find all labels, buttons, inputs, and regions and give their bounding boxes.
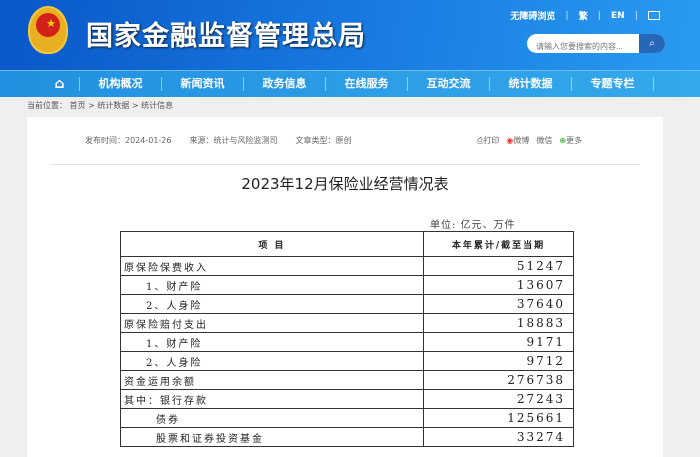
row-value: 13607 <box>423 275 574 295</box>
row-value: 37640 <box>423 294 574 314</box>
row-item: 1、财产险 <box>120 275 424 295</box>
breadcrumb-label: 当前位置： <box>27 101 67 110</box>
weibo-button[interactable]: ◉微博 <box>506 135 529 146</box>
nav-item[interactable]: 机构概况 <box>80 77 162 91</box>
column-header: 本年累计/截至当期 <box>423 231 574 257</box>
table-row: 原保险保费收入 51247 <box>120 256 574 276</box>
row-value: 9712 <box>423 351 574 371</box>
table-row: 债券 125661 <box>120 408 574 428</box>
main-nav: ⌂ 机构概况 新闻资讯 政务信息 在线服务 互动交流 统计数据 专题专栏 <box>0 70 700 97</box>
site-title: 国家金融监督管理总局 <box>86 21 366 52</box>
mail-icon[interactable] <box>648 11 660 20</box>
row-item: 其中：银行存款 <box>120 389 424 409</box>
table-row: 1、财产险 13607 <box>120 275 574 295</box>
row-value: 276738 <box>423 370 574 390</box>
row-item: 2、人身险 <box>120 351 424 371</box>
row-item: 股票和证券投资基金 <box>120 427 424 447</box>
unit-label: 单位: 亿元、万件 <box>430 220 516 231</box>
data-table: 项 目 本年累计/截至当期 原保险保费收入 51247 1、财产险 13607 2、人身… <box>120 231 574 447</box>
more-label: 更多 <box>566 136 583 145</box>
nav-item[interactable]: 统计数据 <box>490 77 572 91</box>
home-icon[interactable]: ⌂ <box>40 77 80 91</box>
print-label: 打印 <box>483 136 500 145</box>
wechat-button[interactable]: 微信 <box>536 135 552 146</box>
article-title: 2023年12月保险业经营情况表 <box>241 175 449 193</box>
search-input[interactable] <box>527 37 637 53</box>
row-item: 原保险赔付支出 <box>120 313 424 333</box>
table-row: 2、人身险 9712 <box>120 351 574 371</box>
traditional-chinese-link[interactable]: 繁 <box>579 9 588 22</box>
table-row: 股票和证券投资基金 33274 <box>120 427 574 447</box>
nav-item[interactable]: 互动交流 <box>408 77 490 91</box>
table-row: 其中：银行存款 27243 <box>120 389 574 409</box>
print-button[interactable]: ⎙打印 <box>477 135 499 146</box>
breadcrumb-path[interactable]: 首页 > 统计数据 > 统计信息 <box>70 101 174 110</box>
site-header: ★ 国家金融监督管理总局 无障碍浏览| 繁| EN| ⌕ <box>0 0 700 70</box>
table-row: 1、财产险 9171 <box>120 332 574 352</box>
breadcrumb: 当前位置： 首页 > 统计数据 > 统计信息 <box>27 100 173 111</box>
row-item: 原保险保费收入 <box>120 256 424 276</box>
national-emblem-logo: ★ <box>28 6 68 54</box>
table-row: 2、人身险 37640 <box>120 294 574 314</box>
row-item: 2、人身险 <box>120 294 424 314</box>
article: 发布时间：2024-01-26 来源：统计与风险监测司 文章类型：原创 ⎙打印 … <box>27 117 663 457</box>
row-item: 资金运用余额 <box>120 370 424 390</box>
nav-item[interactable]: 新闻资讯 <box>162 77 244 91</box>
more-button[interactable]: ⊕更多 <box>559 135 582 146</box>
column-header: 项 目 <box>120 231 424 257</box>
divider <box>50 164 640 165</box>
english-link[interactable]: EN <box>611 11 625 21</box>
nav-item[interactable]: 政务信息 <box>244 77 326 91</box>
accessibility-link[interactable]: 无障碍浏览 <box>510 9 555 22</box>
row-item: 1、财产险 <box>120 332 424 352</box>
nav-item[interactable]: 在线服务 <box>326 77 408 91</box>
publish-date: 发布时间：2024-01-26 <box>85 136 172 145</box>
search-box: ⌕ <box>527 34 665 53</box>
table-row: 资金运用余额 276738 <box>120 370 574 390</box>
nav-item[interactable]: 专题专栏 <box>572 77 654 91</box>
article-type: 文章类型：原创 <box>295 136 352 145</box>
table-row: 原保险赔付支出 18883 <box>120 313 574 333</box>
row-value: 33274 <box>423 427 574 447</box>
row-value: 125661 <box>423 408 574 428</box>
search-icon[interactable]: ⌕ <box>639 34 665 53</box>
row-value: 27243 <box>423 389 574 409</box>
weibo-label: 微博 <box>513 136 530 145</box>
row-value: 51247 <box>423 256 574 276</box>
row-value: 9171 <box>423 332 574 352</box>
row-item: 债券 <box>120 408 424 428</box>
article-source: 来源：统计与风险监测司 <box>189 136 278 145</box>
row-value: 18883 <box>423 313 574 333</box>
